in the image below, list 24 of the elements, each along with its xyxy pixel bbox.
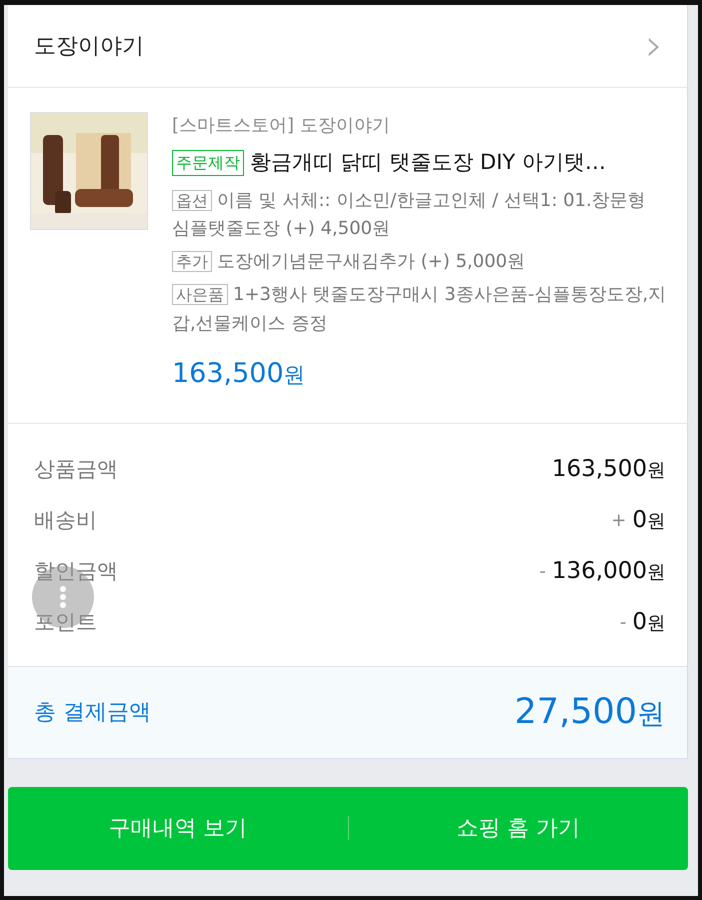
product-price: 163,500원 — [172, 357, 307, 392]
chevron-right-icon: › — [645, 24, 663, 68]
store-label: [스마트스토어] 도장이야기 — [172, 114, 391, 138]
total-label: 총 결제금액 — [34, 698, 151, 727]
summary-label: 할인금액 — [34, 560, 118, 584]
sign-text: + — [611, 508, 626, 533]
more-icon — [60, 586, 66, 608]
summary-amount: 0원 — [632, 506, 665, 536]
summary-amount: 0원 — [632, 608, 665, 638]
summary-label: 포인트 — [34, 610, 97, 634]
summary-amount: 136,000원 — [552, 557, 665, 586]
product-name[interactable]: 황금개띠 닭띠 탯줄도장 DIY 아기탯… — [250, 147, 606, 178]
option-detail: 추가 도장에기념문구새김추가 (+) 5,000원 — [172, 248, 667, 277]
option-detail: 사은품 1+3행사 탯줄도장구매시 3종사은품-심플통장도장,지갑,선물케이스 증정 — [172, 282, 667, 336]
summary-label: 배송비 — [34, 508, 97, 532]
total-amount: 27,500원 — [514, 691, 665, 734]
summary-amount: 163,500원 — [552, 455, 665, 484]
sign-text: - — [539, 560, 546, 584]
summary-label: 상품금액 — [34, 458, 118, 482]
store-header[interactable]: 도장이야기 › — [8, 5, 687, 88]
option-detail: 옵션 이름 및 서체:: 이소민/한글고인체 / 선택1: 01.창문형 심플탯줄도장 (+) 4,500원 — [172, 188, 647, 242]
custom-order-tag: 주문제작 — [172, 150, 244, 176]
sign-text: - — [620, 610, 626, 635]
store-name: 도장이야기 — [34, 32, 144, 60]
